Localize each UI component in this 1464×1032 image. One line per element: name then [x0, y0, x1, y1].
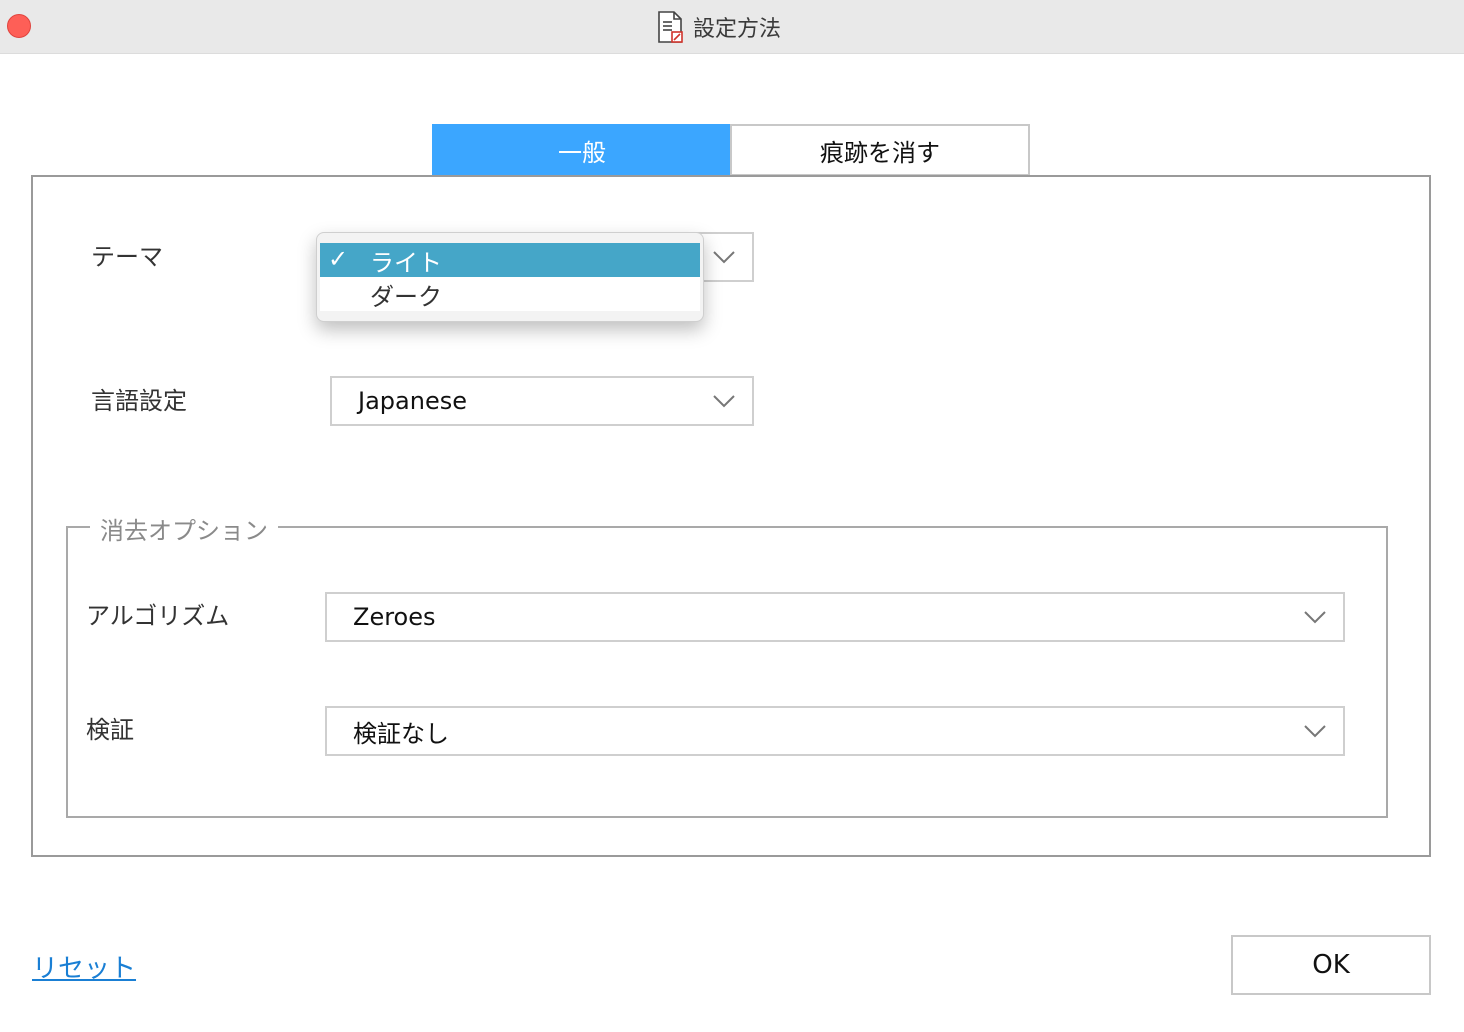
tab-bar: 一般 痕跡を消す — [432, 124, 1030, 176]
chevron-down-icon — [1304, 611, 1326, 624]
title-wrap: 設定方法 — [0, 0, 1464, 54]
verification-select[interactable]: 検証なし — [325, 706, 1345, 756]
checkmark-icon: ✓ — [328, 245, 349, 273]
erase-options-legend: 消去オプション — [90, 511, 278, 546]
theme-option-dark[interactable]: ダーク — [320, 277, 700, 311]
verification-value: 検証なし — [353, 719, 449, 748]
theme-option-label: ダーク — [370, 282, 442, 311]
verification-label: 検証 — [86, 716, 134, 744]
document-settings-icon — [658, 11, 683, 43]
language-select[interactable]: Japanese — [330, 376, 754, 426]
chevron-down-icon — [713, 251, 735, 264]
tab-general[interactable]: 一般 — [432, 124, 732, 176]
language-label: 言語設定 — [91, 387, 187, 415]
reset-link[interactable]: リセット — [32, 948, 136, 985]
theme-option-label: ライト — [370, 248, 442, 277]
theme-dropdown-menu: ✓ ライト ダーク — [316, 232, 704, 322]
chevron-down-icon — [1304, 725, 1326, 738]
window-title: 設定方法 — [692, 17, 781, 42]
erase-options-group: 消去オプション アルゴリズム Zeroes 検証 検証なし — [66, 511, 1388, 818]
title-bar: 設定方法 — [0, 0, 1464, 54]
settings-panel: テーマ 言語設定 Japanese 消去オプション アルゴリズム Zeroes … — [31, 175, 1431, 857]
algorithm-select[interactable]: Zeroes — [325, 592, 1345, 642]
chevron-down-icon — [713, 395, 735, 408]
algorithm-value: Zeroes — [353, 603, 436, 631]
language-value: Japanese — [358, 387, 467, 415]
algorithm-label: アルゴリズム — [86, 602, 230, 630]
theme-label: テーマ — [91, 243, 163, 271]
ok-button[interactable]: OK — [1231, 935, 1431, 995]
theme-option-light[interactable]: ✓ ライト — [320, 243, 700, 277]
tab-erase-traces[interactable]: 痕跡を消す — [730, 124, 1030, 176]
